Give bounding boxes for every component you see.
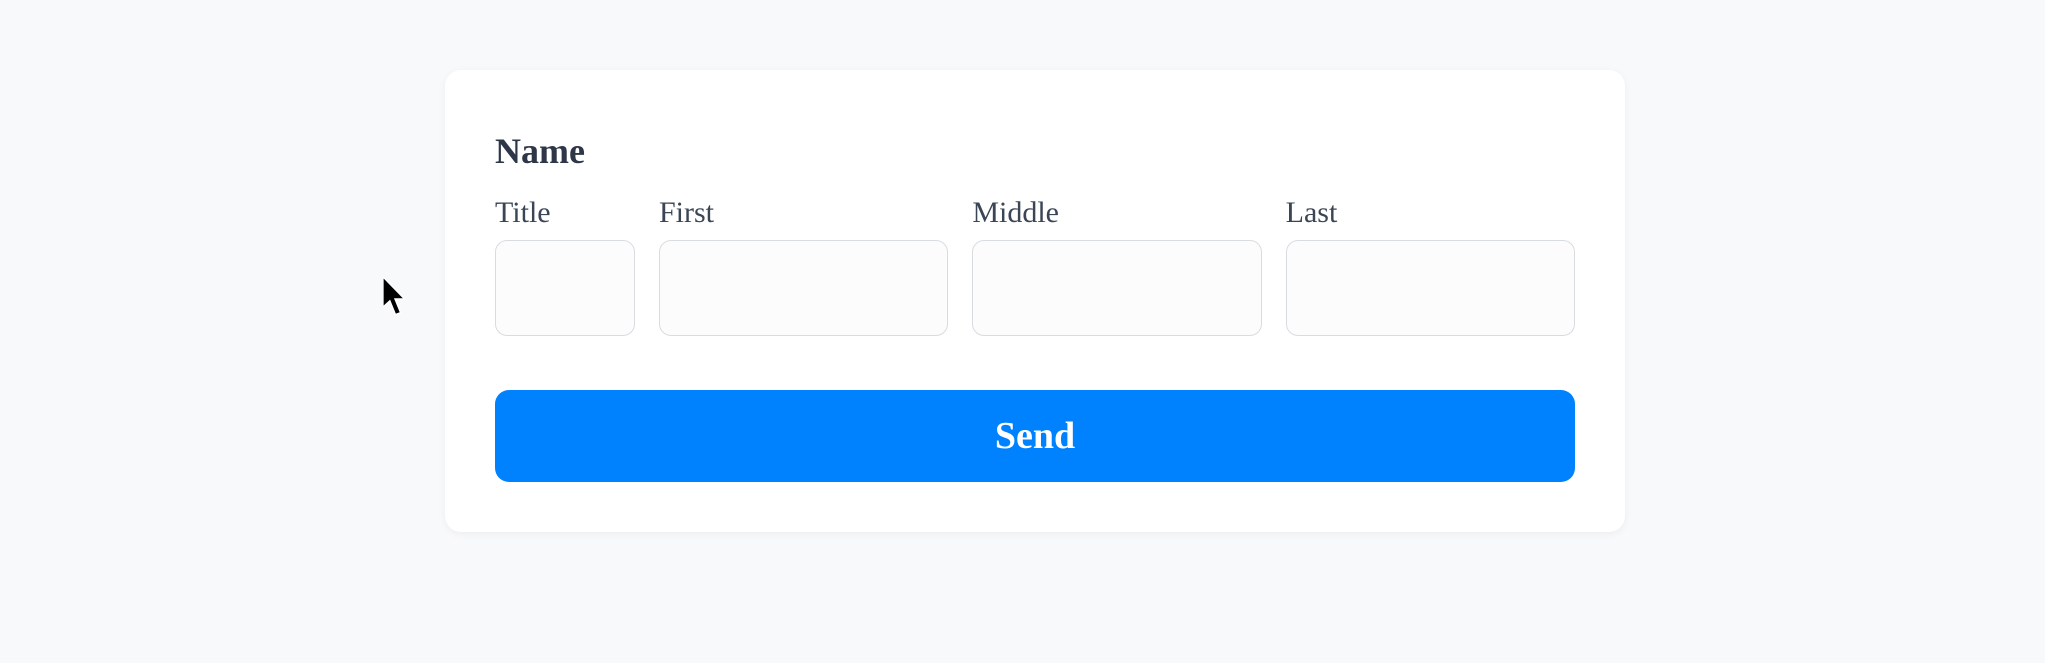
first-label: First — [659, 196, 948, 230]
last-label: Last — [1286, 196, 1575, 230]
fields-row: Title First Middle Last — [495, 196, 1575, 336]
form-card: Name Title First Middle Last Send — [445, 70, 1625, 532]
title-label: Title — [495, 196, 635, 230]
middle-input[interactable] — [972, 240, 1261, 336]
field-group-last: Last — [1286, 196, 1575, 336]
section-title: Name — [495, 130, 1575, 172]
field-group-title: Title — [495, 196, 635, 336]
title-input[interactable] — [495, 240, 635, 336]
send-button[interactable]: Send — [495, 390, 1575, 482]
field-group-middle: Middle — [972, 196, 1261, 336]
first-input[interactable] — [659, 240, 948, 336]
field-group-first: First — [659, 196, 948, 336]
middle-label: Middle — [972, 196, 1261, 230]
cursor-icon — [383, 276, 413, 318]
last-input[interactable] — [1286, 240, 1575, 336]
